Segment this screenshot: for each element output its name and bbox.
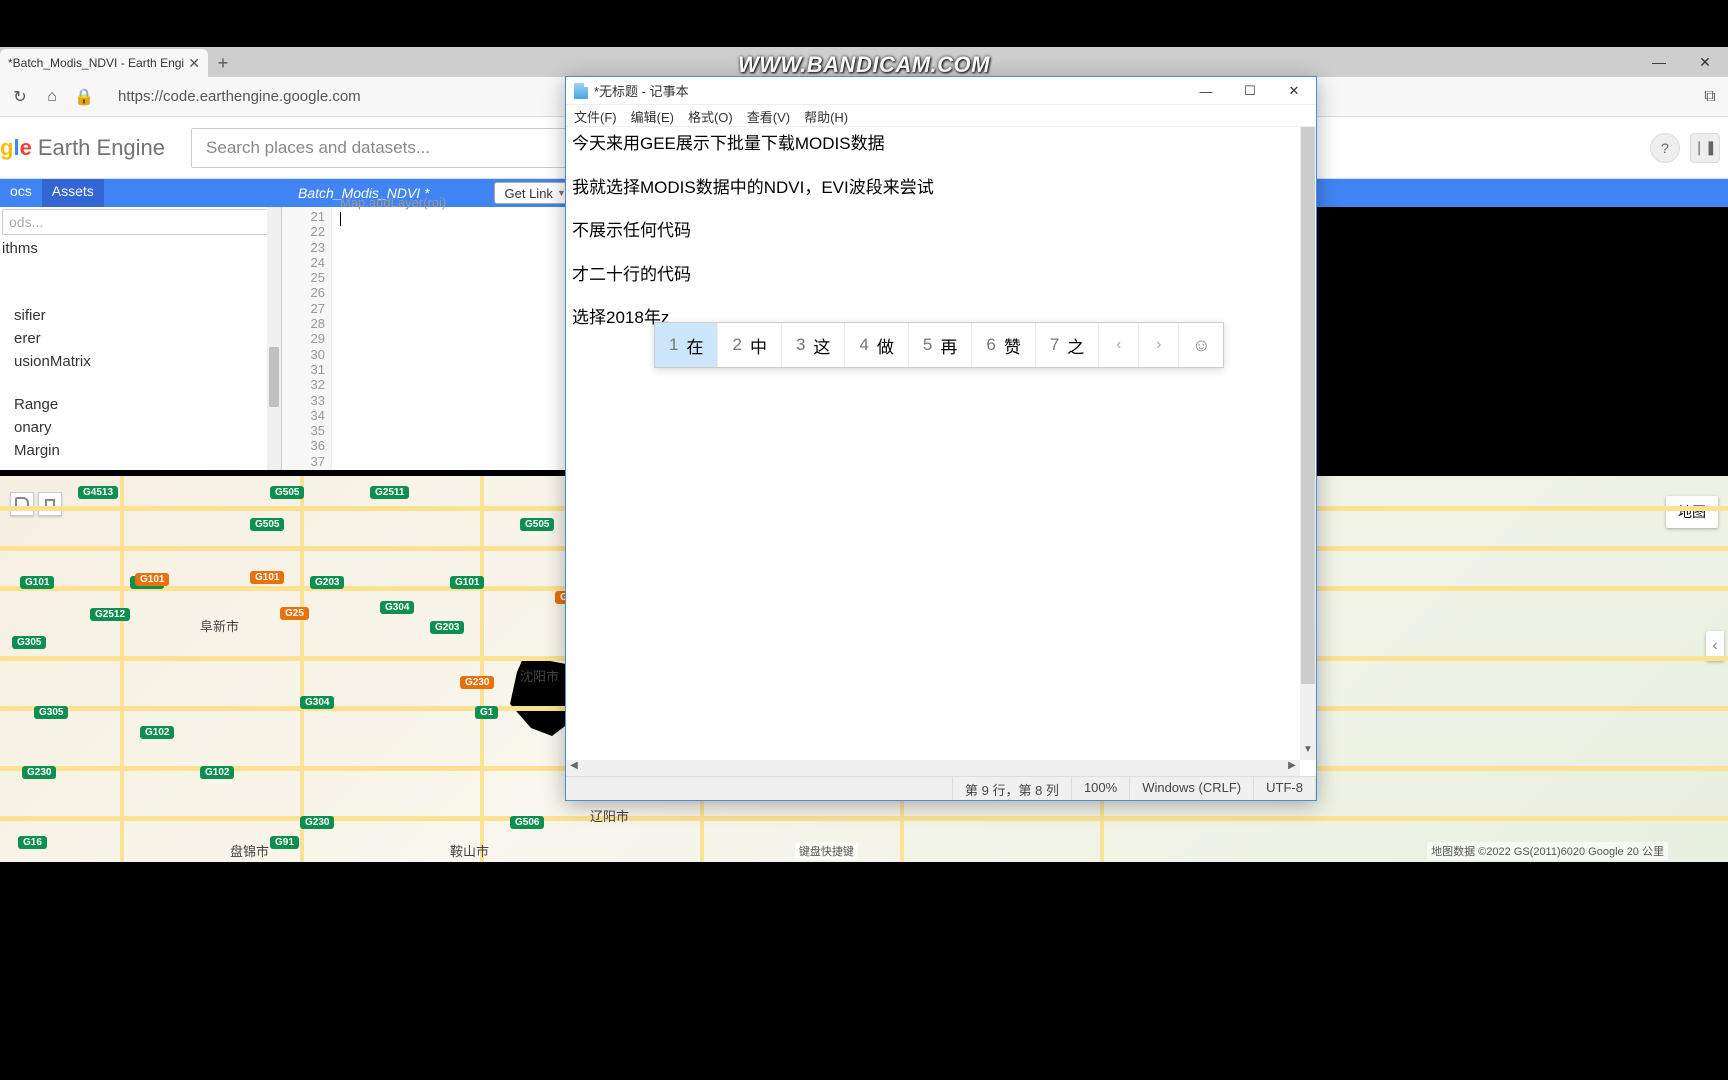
close-icon[interactable]: ✕ [188, 55, 200, 72]
road-shield: G230 [300, 816, 334, 829]
road-shield: G304 [300, 696, 334, 709]
map-type-button[interactable]: 地图 [1666, 496, 1718, 528]
road-shield: G203 [430, 621, 464, 634]
notepad-textarea[interactable]: 今天来用GEE展示下批量下载MODIS数据我就选择MODIS数据中的NDVI，E… [566, 127, 1316, 800]
draw-rect-icon[interactable] [38, 492, 62, 516]
city-label: 盘锦市 [230, 841, 269, 860]
tree-item[interactable]: usionMatrix [0, 350, 281, 373]
road-shield: G2512 [90, 608, 130, 621]
notepad-statusbar: 第 9 行，第 8 列 100% Windows (CRLF) UTF-8 [566, 776, 1316, 800]
map-shortcuts[interactable]: 键盘快捷键 [795, 842, 858, 860]
road-shield: G25 [280, 607, 309, 620]
status-zoom: 100% [1072, 777, 1130, 800]
tab-docs[interactable]: ocs [0, 179, 42, 207]
notepad-window: *无标题 - 记事本 — ☐ ✕ 文件(F) 编辑(E) 格式(O) 查看(V) 帮助(… [565, 76, 1317, 801]
ime-candidate[interactable]: 3这 [782, 323, 845, 367]
ime-candidate[interactable]: 6赞 [972, 323, 1035, 367]
feedback-icon[interactable]: ❘❚ [1690, 133, 1720, 163]
city-label: 辽阳市 [590, 806, 629, 825]
ime-candidate[interactable]: 5再 [909, 323, 972, 367]
status-position: 第 9 行，第 8 列 [953, 777, 1072, 800]
road-shield: G91 [270, 836, 299, 849]
road-shield: G304 [380, 601, 414, 614]
notepad-titlebar[interactable]: *无标题 - 记事本 — ☐ ✕ [566, 77, 1316, 105]
help-icon[interactable]: ? [1650, 133, 1680, 163]
scrollbar[interactable]: ◀▶ [566, 760, 1300, 776]
tree-item[interactable]: erer [0, 327, 281, 350]
gee-logo: gle Earth Engine [0, 135, 165, 161]
menu-item[interactable]: 文件(F) [574, 107, 617, 124]
pan-tool-icon[interactable] [10, 492, 34, 516]
status-eol: Windows (CRLF) [1130, 777, 1254, 800]
line-gutter: 2122232425262728293031323334353637 [282, 207, 332, 470]
ime-candidate[interactable]: 7之 [1036, 323, 1099, 367]
window-close-button[interactable]: ✕ [1682, 47, 1728, 77]
road-shield: G505 [270, 486, 304, 499]
refresh-icon[interactable]: ↻ [10, 87, 30, 107]
window-close-button[interactable]: ✕ [1272, 77, 1316, 105]
road-shield: G101 [450, 576, 484, 589]
tab-assets[interactable]: Assets [42, 179, 104, 207]
tree-item[interactable]: ithms [0, 237, 281, 260]
road-shield: G305 [34, 706, 68, 719]
collections-icon[interactable]: ⧉ [1700, 87, 1720, 107]
road-shield: G102 [200, 766, 234, 779]
status-encoding: UTF-8 [1254, 777, 1316, 800]
city-label: 沈阳市 [520, 666, 559, 685]
window-maximize-button[interactable]: ☐ [1228, 77, 1272, 105]
road-shield: G203 [310, 576, 344, 589]
tab-title: *Batch_Modis_NDVI - Earth Engi [8, 56, 184, 70]
road-shield: G101 [135, 573, 169, 586]
scrollbar[interactable]: ▲▼ [1300, 127, 1316, 760]
road-shield: G2511 [370, 486, 409, 499]
road-shield: G505 [250, 518, 284, 531]
home-icon[interactable]: ⌂ [42, 87, 62, 107]
notepad-menu: 文件(F) 编辑(E) 格式(O) 查看(V) 帮助(H) [566, 105, 1316, 127]
road-shield: G101 [20, 576, 54, 589]
tree-item[interactable]: onary [0, 416, 281, 439]
road-shield: G230 [460, 676, 494, 689]
road-shield: G16 [18, 836, 47, 849]
tree-item[interactable]: sifier [0, 304, 281, 327]
browser-tab[interactable]: *Batch_Modis_NDVI - Earth Engi ✕ [0, 49, 208, 77]
scrollbar[interactable] [267, 207, 281, 470]
api-tree: ithms sifier erer usionMatrix Range onar… [0, 237, 281, 462]
road-shield: G506 [510, 816, 544, 829]
notepad-icon [574, 83, 588, 99]
bandicam-watermark: WWW.BANDICAM.COM [738, 52, 990, 78]
ime-candidate[interactable]: 2中 [718, 323, 781, 367]
road-shield: G1 [475, 706, 498, 719]
menu-item[interactable]: 帮助(H) [804, 107, 848, 124]
road-shield: G102 [140, 726, 174, 739]
road-shield: G101 [250, 571, 284, 584]
lock-icon: 🔒 [74, 87, 94, 107]
chevron-left-icon[interactable]: ‹ [1099, 323, 1139, 367]
road-shield: G505 [520, 518, 554, 531]
tree-item[interactable]: Margin [0, 439, 281, 462]
notepad-title: *无标题 - 记事本 [594, 81, 689, 100]
tree-item[interactable]: Range [0, 393, 281, 416]
window-minimize-button[interactable]: — [1636, 47, 1682, 77]
emoji-icon[interactable]: ☺ [1179, 323, 1223, 367]
ime-candidate[interactable]: 4做 [845, 323, 908, 367]
menu-item[interactable]: 编辑(E) [631, 107, 674, 124]
url-input[interactable]: https://code.earthengine.google.com [106, 84, 373, 109]
menu-item[interactable]: 格式(O) [688, 107, 733, 124]
road-shield: G305 [12, 636, 46, 649]
map-attribution: 地图数据 ©2022 GS(2011)6020 Google 20 公里 [1427, 842, 1668, 860]
road-shield: G230 [22, 766, 56, 779]
city-label: 阜新市 [200, 616, 239, 635]
window-minimize-button[interactable]: — [1184, 77, 1228, 105]
city-label: 鞍山市 [450, 841, 489, 860]
filter-input[interactable]: ods... [2, 209, 279, 235]
new-tab-button[interactable]: + [208, 49, 238, 77]
road-shield: G4513 [78, 486, 118, 499]
menu-item[interactable]: 查看(V) [747, 107, 790, 124]
ime-candidate[interactable]: 1在 [655, 323, 718, 367]
chevron-right-icon[interactable]: › [1139, 323, 1179, 367]
ime-candidate-bar: 1在2中3这4做5再6赞7之‹›☺ [654, 322, 1224, 368]
left-panel: ods... ithms sifier erer usionMatrix Ran… [0, 207, 282, 470]
